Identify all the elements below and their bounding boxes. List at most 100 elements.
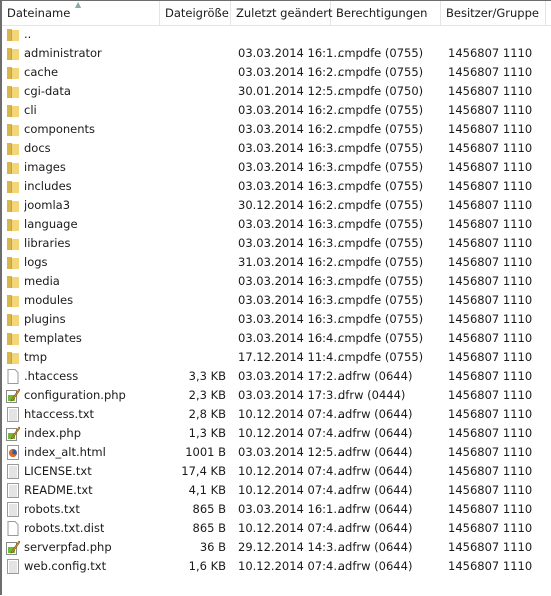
- text-icon: [6, 502, 20, 517]
- file-name: ..: [24, 27, 32, 41]
- folder-row[interactable]: plugins 03.03.2014 16:3... cmpdfe (0755)…: [2, 310, 551, 329]
- folder-row[interactable]: tmp 17.12.2014 11:4... cmpdfe (0755) 145…: [2, 348, 551, 367]
- file-name: language: [24, 217, 78, 231]
- folder-row[interactable]: cgi-data 30.01.2014 12:5... cmpdfe (0750…: [2, 82, 551, 101]
- sort-ascending-icon: ▲: [75, 0, 82, 9]
- folder-row[interactable]: components 03.03.2014 16:2... cmpdfe (07…: [2, 120, 551, 139]
- owner-group: 1456807 1110: [448, 483, 533, 497]
- file-row[interactable]: index_alt.html 1001 B 03.03.2014 12:5...…: [2, 443, 551, 462]
- owner-group: 1456807 1110: [448, 331, 533, 345]
- folder-icon: [6, 293, 20, 308]
- file-size: 1,6 KB: [188, 559, 226, 573]
- modified-date: 10.12.2014 07:4...: [238, 483, 345, 497]
- folder-row[interactable]: cli 03.03.2014 16:2... cmpdfe (0755) 145…: [2, 101, 551, 120]
- folder-row[interactable]: libraries 03.03.2014 16:3... cmpdfe (075…: [2, 234, 551, 253]
- file-row[interactable]: LICENSE.txt 17,4 KB 10.12.2014 07:4... a…: [2, 462, 551, 481]
- column-header-date[interactable]: Zuletzt geändert: [231, 1, 332, 25]
- modified-date: 03.03.2014 16:4...: [238, 331, 345, 345]
- file-row[interactable]: index.php 1,3 KB 10.12.2014 07:4... adfr…: [2, 424, 551, 443]
- file-row[interactable]: README.txt 4,1 KB 10.12.2014 07:4... adf…: [2, 481, 551, 500]
- file-name: logs: [24, 255, 48, 269]
- file-row[interactable]: web.config.txt 1,6 KB 10.12.2014 07:4...…: [2, 557, 551, 576]
- column-header-name[interactable]: ▲ Dateiname: [2, 0, 160, 25]
- owner-group: 1456807 1110: [448, 46, 533, 60]
- file-name: web.config.txt: [24, 559, 107, 573]
- file-row[interactable]: configuration.php 2,3 KB 03.03.2014 17:3…: [2, 386, 551, 405]
- permissions: adfrw (0644): [338, 426, 413, 440]
- owner-group: 1456807 1110: [448, 502, 533, 516]
- owner-group: 1456807 1110: [448, 255, 533, 269]
- modified-date: 31.03.2014 16:2...: [238, 255, 345, 269]
- file-size: 2,8 KB: [188, 407, 226, 421]
- owner-group: 1456807 1110: [448, 160, 533, 174]
- modified-date: 03.03.2014 16:3...: [238, 236, 345, 250]
- permissions: adfrw (0644): [338, 559, 413, 573]
- folder-row[interactable]: ..: [2, 25, 551, 44]
- file-name: LICENSE.txt: [24, 464, 92, 478]
- modified-date: 30.12.2014 16:2...: [238, 198, 345, 212]
- folder-row[interactable]: docs 03.03.2014 16:3... cmpdfe (0755) 14…: [2, 139, 551, 158]
- file-name: tmp: [24, 350, 48, 364]
- file-name: includes: [24, 179, 72, 193]
- php-icon: [6, 388, 21, 403]
- file-name: .htaccess: [24, 369, 79, 383]
- folder-row[interactable]: media 03.03.2014 16:3... cmpdfe (0755) 1…: [2, 272, 551, 291]
- modified-date: 03.03.2014 16:3...: [238, 312, 345, 326]
- permissions: cmpdfe (0755): [338, 141, 424, 155]
- file-row[interactable]: robots.txt 865 B 03.03.2014 16:1... adfr…: [2, 500, 551, 519]
- owner-group: 1456807 1110: [448, 198, 533, 212]
- folder-icon: [6, 160, 20, 175]
- folder-row[interactable]: logs 31.03.2014 16:2... cmpdfe (0755) 14…: [2, 253, 551, 272]
- folder-row[interactable]: images 03.03.2014 16:3... cmpdfe (0755) …: [2, 158, 551, 177]
- folder-row[interactable]: modules 03.03.2014 16:3... cmpdfe (0755)…: [2, 291, 551, 310]
- file-row[interactable]: htaccess.txt 2,8 KB 10.12.2014 07:4... a…: [2, 405, 551, 424]
- file-size: 3,3 KB: [188, 369, 226, 383]
- file-name: cache: [24, 65, 59, 79]
- folder-row[interactable]: language 03.03.2014 16:3... cmpdfe (0755…: [2, 215, 551, 234]
- owner-group: 1456807 1110: [448, 369, 533, 383]
- owner-group: 1456807 1110: [448, 445, 533, 459]
- modified-date: 03.03.2014 16:3...: [238, 217, 345, 231]
- modified-date: 03.03.2014 17:2...: [238, 369, 345, 383]
- owner-group: 1456807 1110: [448, 540, 533, 554]
- permissions: cmpdfe (0755): [338, 255, 424, 269]
- owner-group: 1456807 1110: [448, 179, 533, 193]
- owner-group: 1456807 1110: [448, 559, 533, 573]
- owner-group: 1456807 1110: [448, 293, 533, 307]
- file-name: index_alt.html: [24, 445, 106, 459]
- file-row[interactable]: .htaccess 3,3 KB 03.03.2014 17:2... adfr…: [2, 367, 551, 386]
- folder-icon: [6, 236, 20, 251]
- owner-group: 1456807 1110: [448, 521, 533, 535]
- file-row[interactable]: robots.txt.dist 865 B 10.12.2014 07:4...…: [2, 519, 551, 538]
- file-name: robots.txt: [24, 502, 80, 516]
- file-size: 36 B: [199, 540, 226, 554]
- file-name: components: [24, 122, 96, 136]
- folder-row[interactable]: administrator 03.03.2014 16:1... cmpdfe …: [2, 44, 551, 63]
- owner-group: 1456807 1110: [448, 464, 533, 478]
- file-name: plugins: [24, 312, 66, 326]
- permissions: adfrw (0644): [338, 521, 413, 535]
- folder-row[interactable]: templates 03.03.2014 16:4... cmpdfe (075…: [2, 329, 551, 348]
- column-header-size[interactable]: Dateigröße: [160, 1, 231, 25]
- file-size: 1001 B: [185, 445, 226, 459]
- folder-row[interactable]: includes 03.03.2014 16:3... cmpdfe (0755…: [2, 177, 551, 196]
- column-header-permissions[interactable]: Berechtigungen: [331, 1, 441, 25]
- folder-icon: [6, 217, 20, 232]
- permissions: cmpdfe (0755): [338, 160, 424, 174]
- modified-date: 03.03.2014 16:3...: [238, 293, 345, 307]
- modified-date: 03.03.2014 16:2...: [238, 122, 345, 136]
- folder-icon: [6, 46, 20, 61]
- file-size: 2,3 KB: [188, 388, 226, 402]
- folder-row[interactable]: cache 03.03.2014 16:2... cmpdfe (0755) 1…: [2, 63, 551, 82]
- folder-row[interactable]: joomla3 30.12.2014 16:2... cmpdfe (0755)…: [2, 196, 551, 215]
- permissions: cmpdfe (0755): [338, 236, 424, 250]
- folder-icon: [6, 84, 20, 99]
- file-icon: [6, 369, 20, 384]
- file-row[interactable]: serverpfad.php 36 B 29.12.2014 14:3... a…: [2, 538, 551, 557]
- file-name: docs: [24, 141, 51, 155]
- column-header-owner[interactable]: Besitzer/Gruppe: [441, 1, 546, 25]
- modified-date: 29.12.2014 14:3...: [238, 540, 345, 554]
- modified-date: 03.03.2014 17:3...: [238, 388, 345, 402]
- file-size: 865 B: [192, 502, 227, 516]
- permissions: adfrw (0644): [338, 445, 413, 459]
